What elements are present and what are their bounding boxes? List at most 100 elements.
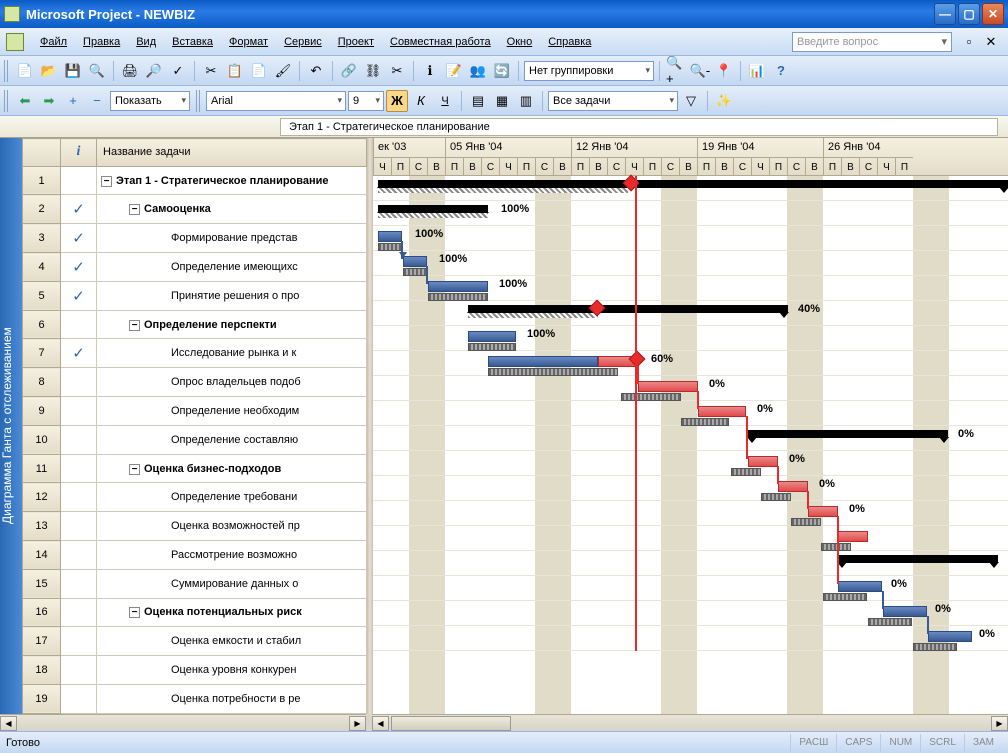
row-name[interactable]: −Оценка потенциальных риск xyxy=(97,598,367,627)
maximize-button[interactable]: ▢ xyxy=(958,3,980,25)
notes-button[interactable]: 📝 xyxy=(443,60,465,82)
gantt-chart[interactable]: ек '0305 Янв '0412 Янв '0419 Янв '0426 Я… xyxy=(373,138,1008,714)
task-bar-incomplete[interactable] xyxy=(748,456,778,467)
task-bar-incomplete[interactable] xyxy=(808,506,838,517)
align-left-button[interactable]: ▤ xyxy=(467,90,489,112)
row-id[interactable]: 12 xyxy=(23,483,61,512)
align-right-button[interactable]: ▥ xyxy=(515,90,537,112)
paste-button[interactable]: 📄 xyxy=(248,60,270,82)
row-id[interactable]: 11 xyxy=(23,454,61,483)
table-row[interactable]: 13 Оценка возможностей пр xyxy=(23,512,367,541)
row-name[interactable]: −Этап 1 - Стратегическое планирование xyxy=(97,166,367,195)
sidebar-title[interactable]: Диаграмма Ганта с отслеживанием xyxy=(0,138,22,714)
status-date-line[interactable] xyxy=(635,176,637,651)
row-name[interactable]: Исследование рынка и к xyxy=(97,339,367,368)
row-id[interactable]: 4 xyxy=(23,253,61,282)
baseline-bar[interactable] xyxy=(791,518,821,526)
table-scrollbar[interactable]: ◀ ▶ xyxy=(0,714,366,731)
group-select[interactable]: Нет группировки xyxy=(524,61,654,81)
row-id[interactable]: 8 xyxy=(23,368,61,397)
italic-button[interactable]: К xyxy=(410,90,432,112)
unlink-button[interactable]: ⛓ xyxy=(362,60,384,82)
row-id[interactable]: 2 xyxy=(23,195,61,224)
row-name[interactable]: Определение необходим xyxy=(97,397,367,426)
open-button[interactable]: 📂 xyxy=(38,60,60,82)
summary-bar[interactable] xyxy=(748,430,948,438)
grip-icon[interactable] xyxy=(196,90,202,112)
table-row[interactable]: 8 Опрос владельцев подоб xyxy=(23,368,367,397)
table-row[interactable]: 11 −Оценка бизнес-подходов xyxy=(23,454,367,483)
row-name[interactable]: Суммирование данных о xyxy=(97,569,367,598)
row-id[interactable]: 13 xyxy=(23,512,61,541)
grip-icon[interactable] xyxy=(4,90,10,112)
assign-button[interactable]: 👥 xyxy=(467,60,489,82)
restore-window-button[interactable]: ▫ xyxy=(958,31,980,53)
menu-insert[interactable]: Вставка xyxy=(164,33,221,51)
task-bar-incomplete[interactable] xyxy=(838,531,868,542)
gantt-body[interactable]: 100%100%100%100%40%100%60%0%0%0%0%0%0%0%… xyxy=(373,176,1008,714)
help-search-input[interactable]: Введите вопрос xyxy=(792,32,952,52)
baseline-bar[interactable] xyxy=(821,543,851,551)
row-name[interactable]: Определение составляю xyxy=(97,425,367,454)
row-name[interactable]: Определение требовани xyxy=(97,483,367,512)
goto-button[interactable]: 📍 xyxy=(713,60,735,82)
outdent-left-button[interactable]: ⬅ xyxy=(14,90,36,112)
preview-button[interactable]: 🔎 xyxy=(143,60,165,82)
row-name[interactable]: Оценка емкости и стабил xyxy=(97,627,367,656)
excel-button[interactable]: 📊 xyxy=(746,60,768,82)
task-bar[interactable] xyxy=(378,231,402,242)
filter-select[interactable]: Все задачи xyxy=(548,91,678,111)
table-row[interactable]: 16 −Оценка потенциальных риск xyxy=(23,598,367,627)
row-id[interactable]: 10 xyxy=(23,425,61,454)
baseline-bar[interactable] xyxy=(868,618,912,626)
split-button[interactable]: ✂ xyxy=(386,60,408,82)
baseline-bar[interactable] xyxy=(468,343,516,351)
share-button[interactable]: 🔄 xyxy=(491,60,513,82)
bold-button[interactable]: Ж xyxy=(386,90,408,112)
close-doc-button[interactable]: ✕ xyxy=(980,31,1002,53)
menu-collab[interactable]: Совместная работа xyxy=(382,33,499,51)
remove-task-button[interactable]: − xyxy=(86,90,108,112)
summary-bar[interactable] xyxy=(378,180,1008,188)
baseline-bar[interactable] xyxy=(913,643,957,651)
row-name[interactable]: −Определение перспекти xyxy=(97,310,367,339)
fontsize-select[interactable]: 9 xyxy=(348,91,384,111)
underline-button[interactable]: Ч xyxy=(434,90,456,112)
scroll-right-button[interactable]: ▶ xyxy=(349,716,366,731)
baseline-bar[interactable] xyxy=(731,468,761,476)
add-task-button[interactable]: + xyxy=(62,90,84,112)
row-name[interactable]: −Оценка бизнес-подходов xyxy=(97,454,367,483)
show-select[interactable]: Показать xyxy=(110,91,190,111)
col-info[interactable]: i xyxy=(61,139,97,167)
row-name[interactable]: Принятие решения о про xyxy=(97,281,367,310)
task-bar[interactable] xyxy=(883,606,927,617)
col-name[interactable]: Название задачи xyxy=(97,139,367,167)
align-center-button[interactable]: ▦ xyxy=(491,90,513,112)
task-bar-incomplete[interactable] xyxy=(638,381,698,392)
progress-track[interactable] xyxy=(468,313,598,318)
info-button[interactable]: ℹ xyxy=(419,60,441,82)
table-row[interactable]: 18 Оценка уровня конкурен xyxy=(23,656,367,685)
baseline-bar[interactable] xyxy=(823,593,867,601)
task-bar-incomplete[interactable] xyxy=(778,481,808,492)
table-row[interactable]: 14 Рассмотрение возможно xyxy=(23,541,367,570)
progress-track[interactable] xyxy=(378,188,628,193)
search-icon[interactable]: 🔍 xyxy=(86,60,108,82)
close-button[interactable]: ✕ xyxy=(982,3,1004,25)
task-bar[interactable] xyxy=(488,356,598,367)
row-name[interactable]: Рассмотрение возможно xyxy=(97,541,367,570)
baseline-bar[interactable] xyxy=(378,243,402,251)
copy-button[interactable]: 📋 xyxy=(224,60,246,82)
task-bar[interactable] xyxy=(838,581,882,592)
minimize-button[interactable]: — xyxy=(934,3,956,25)
task-bar[interactable] xyxy=(428,281,488,292)
zoom-in-button[interactable]: 🔍+ xyxy=(665,60,687,82)
summary-bar[interactable] xyxy=(838,555,998,563)
undo-button[interactable]: ↶ xyxy=(305,60,327,82)
row-id[interactable]: 3 xyxy=(23,224,61,253)
table-row[interactable]: 19 Оценка потребности в ре xyxy=(23,684,367,713)
print-button[interactable]: 🖨 xyxy=(119,60,141,82)
baseline-bar[interactable] xyxy=(428,293,488,301)
table-row[interactable]: 1 −Этап 1 - Стратегическое планирование xyxy=(23,166,367,195)
summary-bar[interactable] xyxy=(378,205,488,213)
